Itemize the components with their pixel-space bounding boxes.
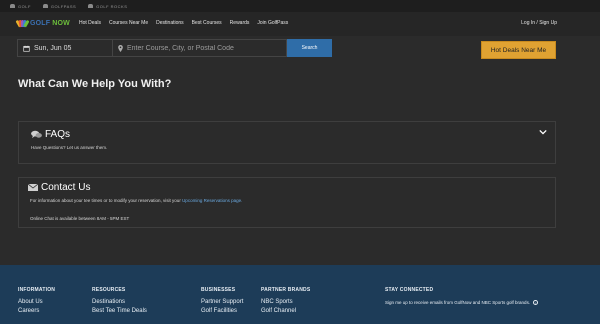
nav-item-rewards[interactable]: Rewards [230, 20, 250, 26]
brand-label: GOLFPASS [50, 3, 77, 9]
faq-subtitle: Have Questions? Let us answer them. [31, 145, 108, 150]
footer-col-businesses: BUSINESSES Partner Support Golf Faciliti… [201, 287, 243, 314]
golfnow-logo[interactable]: GOLF NOW [15, 19, 70, 28]
peacock-logo-icon [15, 19, 30, 28]
footer-col-resources: RESOURCES Destinations Best Tee Time Dea… [92, 287, 147, 314]
peacock-small-icon [10, 4, 15, 8]
brand-label: GOLF ROCKS [96, 3, 128, 9]
brand-label: GOLF [18, 3, 31, 9]
peacock-small-icon [88, 4, 94, 8]
chat-hours-text: Online Chat is available between 8AM - 5… [30, 216, 130, 221]
contact-panel: Contact Us For information about your te… [18, 177, 556, 228]
page-title: What Can We Help You With? [18, 78, 172, 90]
footer-link-nbc-sports[interactable]: NBC Sports [261, 299, 310, 305]
hot-deals-near-me-button[interactable]: Hot Deals Near Me [481, 41, 556, 59]
footer-col-partner-brands: PARTNER BRANDS NBC Sports Golf Channel [261, 287, 310, 314]
faq-title: FAQs [31, 129, 70, 140]
footer-heading: BUSINESSES [201, 287, 236, 293]
faq-panel[interactable]: FAQs Have Questions? Let us answer them. [18, 121, 556, 164]
nav-item-hot-deals[interactable]: Hot Deals [79, 20, 101, 26]
date-value: Sun, Jun 05 [34, 44, 72, 52]
footer-link-golf-channel[interactable]: Golf Channel [261, 308, 310, 314]
faq-title-text: FAQs [45, 129, 71, 140]
upcoming-reservations-link[interactable]: Upcoming Reservations page. [182, 198, 242, 203]
nav-item-join-golfpass[interactable]: Join GolfPass [257, 20, 288, 26]
nav-item-destinations[interactable]: Destinations [156, 20, 184, 26]
chevron-down-icon[interactable] [539, 128, 547, 136]
calendar-icon [23, 45, 30, 52]
footer-link-about-us[interactable]: About Us [18, 299, 55, 305]
newsletter-label: Sign me up to receive emails from GolfNo… [385, 300, 531, 305]
footer-link-golf-facilities[interactable]: Golf Facilities [201, 308, 243, 314]
logo-text-now: NOW [52, 19, 70, 27]
footer-col-information: INFORMATION About Us Careers [18, 287, 55, 314]
info-icon[interactable]: i [533, 300, 539, 305]
footer-link-destinations[interactable]: Destinations [92, 299, 147, 305]
contact-title-text: Contact Us [41, 182, 91, 193]
contact-info-text: For information about your tee times or … [30, 198, 242, 203]
nav-item-courses-near-me[interactable]: Courses Near Me [109, 20, 148, 26]
logo-text-golf: GOLF [30, 19, 51, 27]
search-button[interactable]: Search [287, 39, 332, 57]
footer-heading: PARTNER BRANDS [261, 287, 311, 293]
location-input[interactable] [127, 44, 277, 52]
brand-link-golf-rocks[interactable]: GOLF ROCKS [88, 4, 127, 9]
peacock-small-icon [42, 4, 48, 8]
footer-heading: RESOURCES [92, 287, 126, 293]
brand-link-golfpass[interactable]: GOLFPASS [42, 3, 77, 9]
network-bar: GOLF GOLFPASS GOLF ROCKS [0, 0, 600, 12]
brand-link-golf[interactable]: GOLF [10, 4, 31, 9]
footer-col-stay-connected: STAY CONNECTED Sign me up to receive ema… [385, 287, 539, 305]
envelope-icon [28, 184, 38, 191]
search-bar: Sun, Jun 05 Search Hot Deals Near Me [0, 36, 600, 62]
login-signup-link[interactable]: Log In / Sign Up [521, 20, 557, 26]
date-picker[interactable]: Sun, Jun 05 [17, 39, 113, 57]
contact-info-prefix: For information about your tee times or … [30, 198, 183, 203]
main-nav: GOLF NOW Hot Deals Courses Near Me Destin… [0, 12, 600, 36]
footer-heading: STAY CONNECTED [385, 287, 434, 293]
footer: INFORMATION About Us Careers RESOURCES D… [0, 265, 600, 324]
nav-links: Hot Deals Courses Near Me Destinations B… [79, 20, 288, 26]
footer-link-best-tee-time-deals[interactable]: Best Tee Time Deals [92, 308, 147, 314]
map-pin-icon [118, 44, 123, 52]
newsletter-signup-text[interactable]: Sign me up to receive emails from GolfNo… [385, 300, 539, 305]
footer-link-careers[interactable]: Careers [18, 308, 55, 314]
contact-title: Contact Us [28, 182, 90, 193]
footer-link-partner-support[interactable]: Partner Support [201, 299, 243, 305]
footer-heading: INFORMATION [18, 287, 56, 293]
chat-bubbles-icon [31, 130, 42, 139]
location-field[interactable] [112, 39, 287, 57]
nav-item-best-courses[interactable]: Best Courses [192, 20, 222, 26]
